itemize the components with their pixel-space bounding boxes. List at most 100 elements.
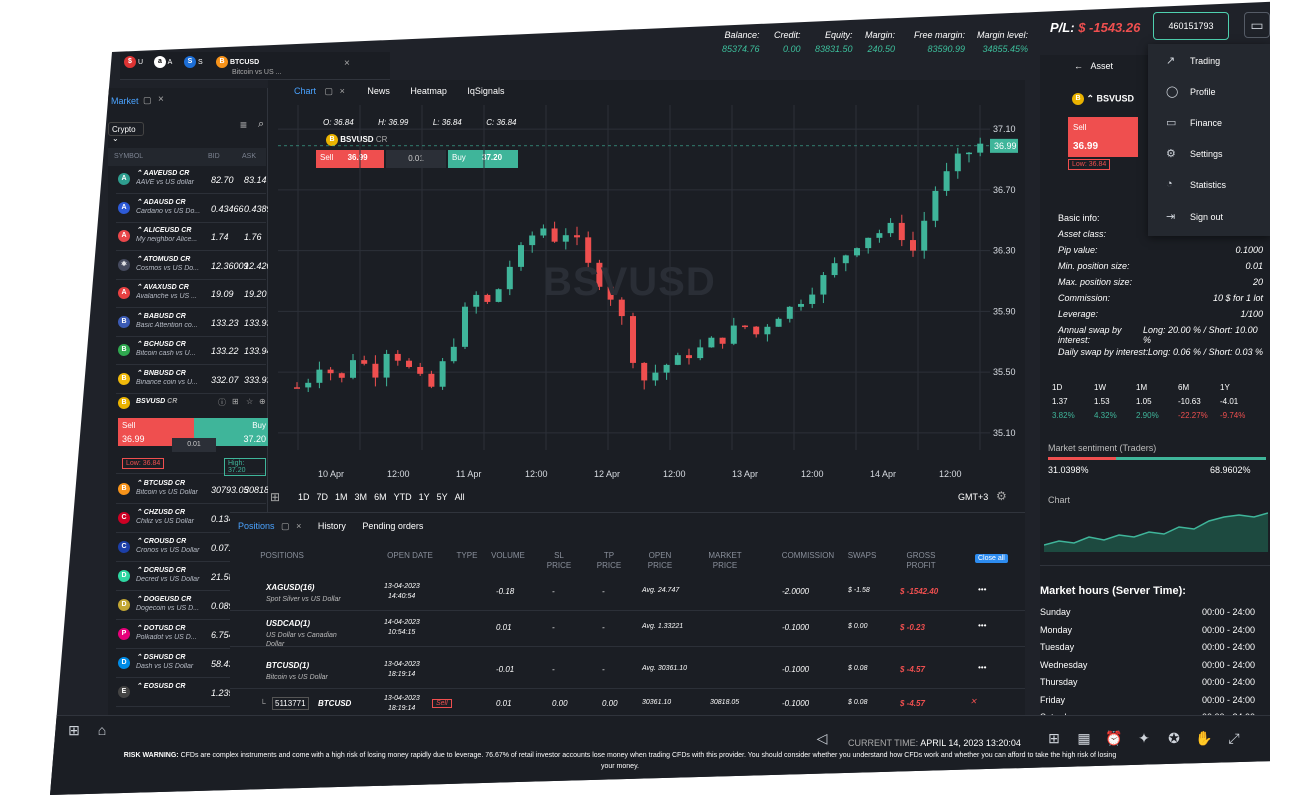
hand-icon[interactable]: ✋ [1192, 726, 1216, 750]
market-row[interactable]: B ⌃ BNBUSD CR Binance coin vs U... 332.0… [116, 366, 272, 394]
period-ytd[interactable]: YTD [394, 492, 412, 502]
menu-item-profile[interactable]: ◯ Profile [1148, 77, 1270, 107]
symbol-tab-btcusd[interactable]: B BTCUSD Bitcoin vs US ... [216, 56, 281, 78]
equity-label: Equity: [825, 30, 853, 40]
calendar-icon[interactable]: ▦ [1072, 726, 1096, 750]
star-icon[interactable]: ☆ [246, 397, 253, 406]
tab-iqsignals[interactable]: IqSignals [467, 86, 504, 96]
search-icon[interactable]: ⌕ [258, 118, 264, 131]
tab-chart[interactable]: Chart [294, 86, 316, 96]
layout-icon[interactable]: ⊞ [270, 490, 280, 504]
popout-icon[interactable]: ▢ [281, 521, 290, 531]
sound-icon[interactable]: ◁ [810, 726, 834, 750]
tab-heatmap[interactable]: Heatmap [410, 86, 447, 96]
settings-icon[interactable]: ⚙ [996, 489, 1007, 503]
active-market-item[interactable]: B BSVUSD CR ⓘ ⊞ ☆ ⊕ Sell 36.99 Buy 37.20 0… [116, 394, 270, 476]
position-row[interactable]: XAGUSD(16) Spot Silver vs US Dollar 13-04-… [230, 577, 1025, 611]
account-selector[interactable]: 460151793 [1153, 12, 1229, 40]
market-row[interactable]: A ⌃ AAVEUSD CR AAVE vs US dollar 82.70 8… [116, 166, 267, 194]
popout-icon[interactable]: ▢ [143, 95, 152, 106]
candle-body [406, 360, 412, 367]
user-icon: ◯ [1166, 86, 1179, 98]
position-row[interactable]: BTCUSD(1) Bitcoin vs US Dollar 13-04-2023 1… [230, 655, 1025, 689]
more-icon: ••• [978, 621, 987, 630]
lightbulb-icon[interactable]: ✦ [1132, 726, 1156, 750]
market-row[interactable]: B ⌃ BTCUSD CR Bitcoin vs US Dollar 30793… [116, 476, 282, 504]
period-1y[interactable]: 1Y [419, 492, 430, 502]
market-row[interactable]: B ⌃ BABUSD CR Basic Attention co... 133.… [116, 309, 272, 337]
sentiment-buy-fill [1115, 457, 1266, 460]
period-1m[interactable]: 1M [335, 492, 348, 502]
close-icon[interactable]: × [340, 86, 345, 96]
row-bid: 133.22 [211, 346, 239, 356]
calculator-icon[interactable]: ⊞ [62, 718, 86, 742]
row-symbol: ⌃ BNBUSD CR [136, 369, 186, 377]
symbol-tab-s[interactable]: S S [184, 56, 203, 78]
close-all-button[interactable]: Close all [975, 554, 1008, 563]
add-icon[interactable]: ⊕ [259, 397, 266, 406]
tab-pending-orders[interactable]: Pending orders [362, 521, 423, 531]
menu-item-trading[interactable]: ↗ Trading [1148, 46, 1270, 76]
volume: -0.01 [496, 665, 515, 674]
bsv-coin-icon: B [118, 397, 130, 409]
close-icon[interactable]: × [344, 58, 350, 69]
market-row[interactable]: ⚛ ⌃ ATOMUSD CR Cosmos vs US Do... 12.360… [116, 252, 282, 280]
back-arrow-icon[interactable]: ← [1074, 61, 1083, 71]
market-tab[interactable]: Market [111, 96, 139, 106]
margin-level-stat: Margin level: 34855.45% [977, 30, 1028, 54]
period-1d[interactable]: 1D [298, 492, 310, 502]
chart-icon[interactable]: ⊞ [232, 397, 239, 406]
market-row[interactable]: B ⌃ BCHUSD CR Bitcoin cash vs U... 133.2… [116, 337, 272, 365]
tab-history[interactable]: History [318, 521, 346, 531]
tab-positions[interactable]: Positions [238, 521, 275, 531]
tab-sym: S [197, 58, 203, 66]
list-icon[interactable]: ≡ [240, 118, 247, 132]
quantity-stepper[interactable]: 0.01 [172, 438, 216, 452]
wallet-icon[interactable]: ▭ [1244, 12, 1270, 38]
period-6m[interactable]: 6M [374, 492, 387, 502]
hours-day: Wednesday [1040, 659, 1088, 670]
perf-period: 1M [1136, 383, 1148, 392]
perf-period: 1W [1094, 383, 1106, 392]
market-header: SYMBOL BID ASK [108, 148, 266, 166]
menu-item-statistics[interactable]: ◔ Statistics [1148, 170, 1270, 200]
popout-icon[interactable]: ▢ [325, 86, 334, 96]
category-select[interactable]: Crypto ⌄ [108, 122, 144, 143]
menu-item-settings[interactable]: ⚙ Settings [1148, 139, 1270, 169]
period-7d[interactable]: 7D [317, 492, 329, 502]
menu-item-finance[interactable]: ▭ Finance [1148, 108, 1270, 138]
period-3m[interactable]: 3M [355, 492, 368, 502]
info-icon[interactable]: ⓘ [218, 397, 226, 408]
row-desc: Dogecoin vs US D... [136, 605, 200, 612]
symbol-tab-usd[interactable]: $ U [124, 56, 143, 78]
candle-body [921, 220, 928, 251]
award-icon[interactable]: ✪ [1162, 726, 1186, 750]
hours-range: 00:00 - 24:00 [1202, 624, 1256, 635]
row-ask: 83.14 [244, 175, 267, 185]
close-icon[interactable]: × [296, 521, 301, 531]
fullscreen-icon[interactable]: ⤢ [1222, 726, 1246, 750]
row-desc: My neighbor Alice... [136, 236, 198, 243]
lighthouse-icon[interactable]: ⌂ [90, 718, 114, 742]
candle-body [462, 306, 468, 347]
asset-sell-button[interactable]: Sell 36.99 [1068, 117, 1138, 157]
info-value: Long: 0.06 % / Short: 0.03 % [1147, 347, 1263, 357]
current-time: CURRENT TIME: APRIL 14, 2023 13:20:04 [848, 738, 1021, 748]
symbol-tab-amazon[interactable]: a A [154, 56, 172, 78]
menu-item-sign-out[interactable]: ⇥ Sign out [1148, 202, 1270, 232]
period-all[interactable]: All [455, 492, 465, 502]
alarm-icon[interactable]: ⏰ [1102, 726, 1126, 750]
market-row[interactable]: A ⌃ ADAUSD CR Cardano vs US Do... 0.4346… [116, 195, 277, 223]
perf-value: 1.53 [1094, 397, 1110, 406]
market-row[interactable]: A ⌃ AVAXUSD CR Avalanche vs US ... 19.09… [116, 280, 267, 308]
layout-icon[interactable]: ⊞ [1042, 726, 1066, 750]
period-5y[interactable]: 5Y [437, 492, 448, 502]
candle-body [753, 326, 760, 335]
tab-news[interactable]: News [367, 86, 390, 96]
close-icon[interactable]: × [158, 94, 164, 105]
market-row[interactable]: A ⌃ ALICEUSD CR My neighbor Alice... 1.7… [116, 223, 266, 251]
position-row[interactable]: USDCAD(1) US Dollar vs Canadian Dollar 14-… [230, 613, 1025, 648]
row-desc: AAVE vs US dollar [136, 179, 194, 186]
timezone-label[interactable]: GMT+3 [958, 492, 988, 502]
perf-percent: -9.74% [1220, 411, 1246, 420]
